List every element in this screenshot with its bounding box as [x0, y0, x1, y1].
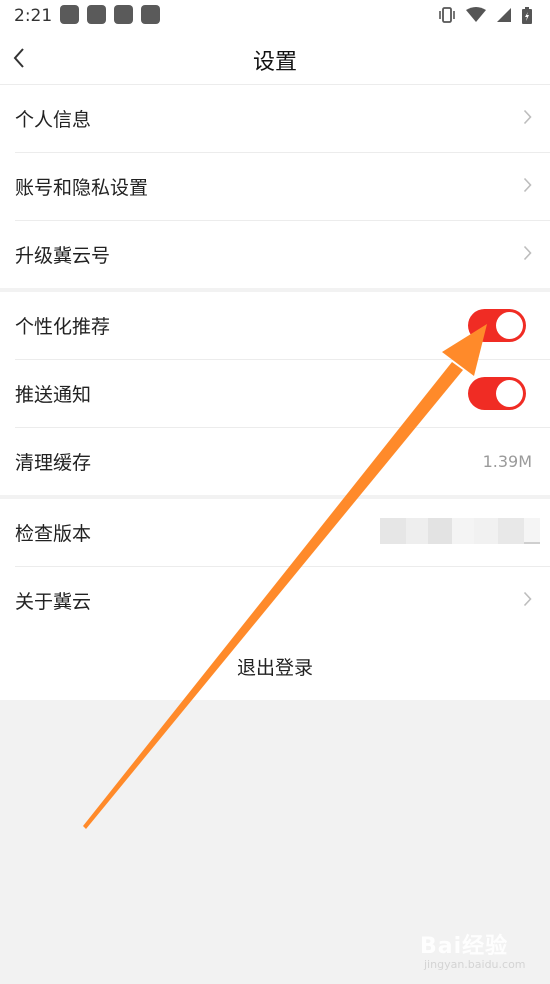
- logout-button[interactable]: 退出登录: [0, 633, 550, 700]
- settings-row-clear-cache[interactable]: 清理缓存 1.39M: [15, 427, 550, 495]
- toggle-knob: [496, 312, 523, 339]
- title-bar: 设置: [0, 32, 550, 85]
- app-icon: [87, 5, 106, 24]
- settings-group-preferences: 个性化推荐 推送通知 清理缓存 1.39M: [0, 292, 550, 495]
- app-icon: [141, 5, 160, 24]
- app-icon: [60, 5, 79, 24]
- status-time: 2:21: [14, 6, 53, 26]
- row-label: 推送通知: [15, 384, 92, 406]
- settings-row-push-notification: 推送通知: [15, 359, 550, 427]
- settings-row-personalized-recommend: 个性化推荐: [15, 292, 550, 359]
- push-notification-toggle[interactable]: [468, 377, 526, 410]
- signal-icon: [497, 8, 511, 22]
- chevron-right-icon: [523, 109, 532, 125]
- app-icon: [114, 5, 133, 24]
- vibrate-icon: [439, 7, 455, 23]
- personalized-recommend-toggle[interactable]: [468, 309, 526, 342]
- settings-row-personal-info[interactable]: 个人信息: [15, 85, 550, 152]
- row-label: 升级冀云号: [15, 245, 111, 267]
- settings-row-account-privacy[interactable]: 账号和隐私设置: [15, 152, 550, 220]
- chevron-right-icon: [523, 177, 532, 193]
- page-title: 设置: [252, 50, 297, 75]
- row-label: 账号和隐私设置: [15, 177, 149, 199]
- settings-row-upgrade-account[interactable]: 升级冀云号: [15, 220, 550, 288]
- watermark-logo: Bai经验: [420, 934, 509, 959]
- status-bar: 2:21: [0, 0, 550, 32]
- row-label: 个人信息: [15, 109, 92, 131]
- row-label: 个性化推荐: [15, 316, 111, 338]
- version-value-blurred: [380, 518, 540, 544]
- settings-row-check-version[interactable]: 检查版本: [15, 499, 550, 566]
- watermark-url: jingyan.baidu.com: [424, 958, 526, 971]
- settings-group-account: 个人信息 账号和隐私设置 升级冀云号: [0, 85, 550, 288]
- toggle-knob: [496, 380, 523, 407]
- row-label: 关于冀云: [15, 591, 92, 613]
- wifi-icon: [466, 7, 486, 22]
- cache-size: 1.39M: [482, 452, 532, 471]
- logout-label: 退出登录: [236, 657, 313, 679]
- battery-icon: [522, 6, 532, 24]
- row-label: 检查版本: [15, 523, 92, 545]
- chevron-right-icon: [523, 591, 532, 607]
- settings-group-about: 检查版本 关于冀云: [0, 499, 550, 634]
- row-label: 清理缓存: [15, 452, 92, 474]
- chevron-right-icon: [523, 245, 532, 261]
- settings-row-about[interactable]: 关于冀云: [15, 566, 550, 634]
